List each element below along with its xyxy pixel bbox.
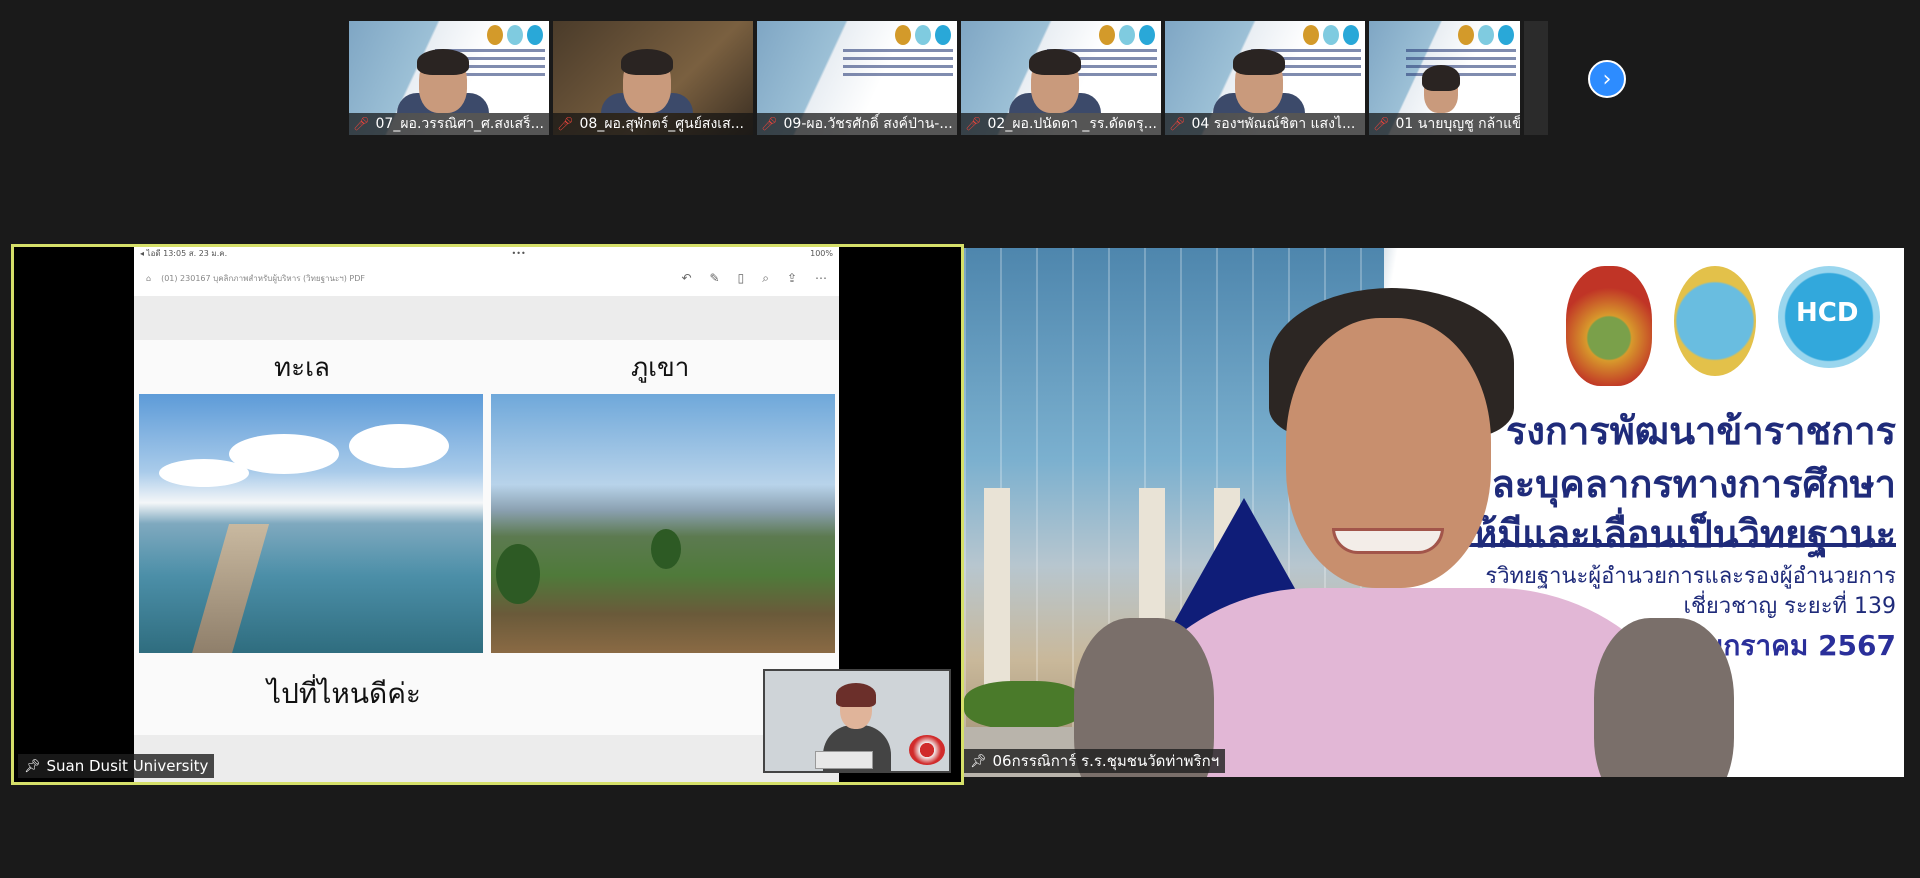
more-icon: ⋯ (815, 270, 827, 285)
presenter-name: Suan Dusit University (46, 757, 209, 775)
next-page-button[interactable]: › (1588, 60, 1626, 98)
participant-tile[interactable]: 🎤︎ 07_ผอ.วรรณิศา_ศ.สงเสร็... (349, 21, 549, 135)
participant-tile[interactable]: 🎤︎ 04 รองฯพัณณ์ชิตา แสงไ... (1165, 21, 1365, 135)
logos (895, 25, 951, 45)
search-icon: ⌕ (762, 270, 769, 285)
logos (487, 25, 543, 45)
undo-icon: ↶ (681, 270, 692, 285)
markup-icon: ✎ (709, 270, 720, 285)
flowers (909, 735, 945, 765)
banner-line: ห้มีและเลื่อนเป็นวิทยฐานะ (1472, 512, 1896, 556)
participant-name-bar: 🎤︎ 01 นายบุญชู กล้าแข็ง บาง... (1369, 113, 1520, 135)
banner-line: รงการพัฒนาข้าราชการ (1505, 409, 1896, 453)
slide-label-sea: ทะเล (274, 353, 330, 383)
mic-muted-icon: 🎤︎ (557, 116, 574, 132)
page-icon: ▯ (737, 270, 745, 285)
tree (496, 544, 540, 604)
presenter-name-tag: 📌︎ Suan Dusit University (18, 754, 215, 778)
speaker-name: 06กรรณิการ์ ร.ร.ชุมชนวัดท่าพริกฯ (992, 752, 1220, 770)
cloud (349, 424, 449, 468)
hedge (964, 681, 1084, 729)
participant-face (1029, 49, 1081, 113)
participant-name-bar: 🎤︎ 02_ผอ.ปนัดดา _รร.ดัดดรุ... (961, 113, 1161, 135)
building-column (984, 488, 1010, 688)
document-title: (01) 230167 บุคลิกภาพสำหรับผู้บริหาร (วิ… (161, 273, 366, 283)
participant-tile[interactable]: 🎤︎ 08_ผอ.สุพักตร์_ศูนย์สงเส... (553, 21, 753, 135)
slide-label-mountain: ภูเขา (631, 353, 690, 383)
pin-icon: 📌︎ (24, 758, 41, 774)
participant-face (1233, 49, 1285, 113)
participant-name: 01 นายบุญชู กล้าแข็ง บาง... (1395, 116, 1520, 132)
share-icon: ⇪ (786, 270, 797, 285)
university-seal-icon (1674, 266, 1756, 376)
mountain-photo (491, 394, 835, 653)
participant-name: 02_ผอ.ปนัดดา _รร.ดัดดรุ... (987, 116, 1157, 132)
participant-name: 09-ผอ.วัชรศักดิ์ สงค์ป่าน-... (783, 116, 953, 132)
pier (188, 524, 270, 653)
strip-end (1524, 21, 1548, 135)
presenter-camera-pip[interactable] (763, 669, 951, 773)
banner-line: เชี่ยวชาญ ระยะที่ 139 (1683, 594, 1896, 619)
battery-indicator: 100% (810, 249, 833, 258)
participant-face (1422, 65, 1460, 113)
speaker-smile (1332, 528, 1444, 554)
speaker-name-tag: 📌︎ 06กรรณิการ์ ร.ร.ชุมชนวัดท่าพริกฯ (964, 749, 1226, 773)
participant-name: 04 รองฯพัณณ์ชิตา แสงไ... (1191, 116, 1356, 132)
participant-face (621, 49, 673, 113)
speaker-video-tile[interactable]: HCD รงการพัฒนาข้าราชการ ละบุคลากรทางการศ… (964, 248, 1904, 777)
pdf-tools: ↶ ✎ ▯ ⌕ ⇪ ⋯ (681, 271, 827, 286)
slide-bottom-band (134, 735, 839, 782)
mic-muted-icon: 🎤︎ (353, 116, 370, 132)
participant-tile[interactable]: 🎤︎ 02_ผอ.ปนัดดา _รร.ดัดดรุ... (961, 21, 1161, 135)
background-title (843, 49, 953, 79)
hcd-logo-text: HCD (1796, 298, 1859, 328)
status-left: ◂ ไอดี 13:05 ส. 23 ม.ค. (140, 249, 228, 258)
participant-name: 08_ผอ.สุพักตร์_ศูนย์สงเส... (579, 116, 744, 132)
tablet-status-bar: ◂ ไอดี 13:05 ส. 23 ม.ค. ••• 100% (134, 247, 839, 260)
status-dots: ••• (511, 249, 526, 258)
participant-name-bar: 🎤︎ 07_ผอ.วรรณิศา_ศ.สงเสร็... (349, 113, 549, 135)
mic-muted-icon: 🎤︎ (965, 116, 982, 132)
cloud (159, 459, 249, 487)
logos (1458, 25, 1514, 45)
home-icon: ⌂ (146, 273, 152, 283)
ministry-emblem-icon (1566, 266, 1652, 386)
logos (1099, 25, 1155, 45)
sea-photo (139, 394, 483, 653)
shared-screen-tile[interactable]: ◂ ไอดี 13:05 ส. 23 ม.ค. ••• 100% ⌂ (01) … (11, 244, 964, 785)
participant-strip: 🎤︎ 07_ผอ.วรรณิศา_ศ.สงเสร็... 🎤︎ 08_ผอ.สุ… (349, 21, 1548, 135)
participant-name-bar: 🎤︎ 04 รองฯพัณณ์ชิตา แสงไ... (1165, 113, 1365, 135)
mic-muted-icon: 🎤︎ (1169, 116, 1186, 132)
laptop (815, 751, 873, 769)
participant-name-bar: 🎤︎ 09-ผอ.วัชรศักดิ์ สงค์ป่าน-... (757, 113, 957, 135)
pin-icon: 📌︎ (970, 753, 987, 769)
shared-tablet-screen: ◂ ไอดี 13:05 ส. 23 ม.ค. ••• 100% ⌂ (01) … (134, 247, 839, 782)
participant-tile[interactable]: 🎤︎ 01 นายบุญชู กล้าแข็ง บาง... (1369, 21, 1520, 135)
slide-top-band (134, 296, 839, 340)
participant-tile[interactable]: 🎤︎ 09-ผอ.วัชรศักดิ์ สงค์ป่าน-... (757, 21, 957, 135)
mic-muted-icon: 🎤︎ (761, 116, 778, 132)
mic-muted-icon: 🎤︎ (1373, 116, 1390, 132)
pdf-toolbar: ⌂ (01) 230167 บุคลิกภาพสำหรับผู้บริหาร (… (134, 260, 839, 297)
participant-name-bar: 🎤︎ 08_ผอ.สุพักตร์_ศูนย์สงเส... (553, 113, 753, 135)
presenter-face (836, 683, 876, 729)
banner-divider (1446, 543, 1896, 547)
chevron-right-icon: › (1602, 67, 1612, 92)
participant-face (417, 49, 469, 113)
slide-question: ไปที่ไหนดีค่ะ (267, 677, 421, 710)
participant-name: 07_ผอ.วรรณิศา_ศ.สงเสร็... (375, 116, 544, 132)
tree (651, 529, 681, 569)
logos (1303, 25, 1359, 45)
